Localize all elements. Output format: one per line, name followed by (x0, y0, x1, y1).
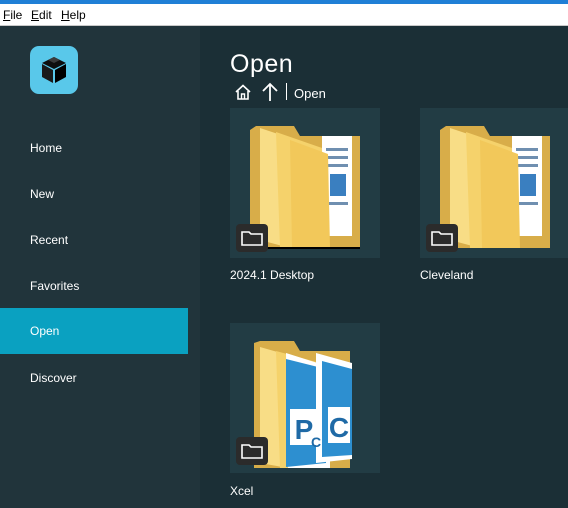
menu-file[interactable]: File (3, 8, 22, 22)
sidebar-item-open[interactable]: Open (0, 308, 188, 354)
breadcrumb-separator (286, 83, 287, 100)
sidebar-item-favorites[interactable]: Favorites (0, 263, 188, 309)
folder-type-badge (426, 224, 458, 252)
app-logo (30, 46, 78, 94)
sidebar-item-home[interactable]: Home (0, 125, 188, 171)
folder-type-badge (236, 224, 268, 252)
folder-tile[interactable] (420, 108, 568, 258)
menu-help-label: elp (69, 8, 86, 22)
breadcrumb-current: Open (294, 86, 326, 101)
page-title: Open (230, 50, 294, 78)
sidebar-item-recent[interactable]: Recent (0, 217, 188, 263)
folder-name[interactable]: 2024.1 Desktop (230, 268, 314, 282)
main-panel: Open Open 2024.1 Desktop Cleveland P C C… (200, 26, 568, 508)
folder-name[interactable]: Cleveland (420, 268, 473, 282)
menu-help[interactable]: Help (61, 8, 86, 22)
sidebar-item-label: New (30, 187, 55, 201)
folder-tile[interactable] (230, 108, 380, 258)
sidebar-item-label: Open (30, 324, 60, 338)
menu-bar: File Edit Help (0, 4, 568, 26)
arrow-up-icon[interactable] (261, 82, 279, 102)
cube-logo-icon (42, 57, 66, 83)
folder-name[interactable]: Xcel (230, 484, 253, 498)
menu-help-accelerator: H (61, 8, 70, 22)
menu-edit[interactable]: Edit (31, 8, 52, 22)
menu-edit-label: dit (39, 8, 52, 22)
sidebar-item-discover[interactable]: Discover (0, 355, 188, 401)
sidebar-item-new[interactable]: New (0, 171, 188, 217)
sidebar-item-label: Discover (30, 371, 77, 385)
folder-icon (241, 444, 263, 459)
sidebar-item-label: Home (30, 141, 63, 155)
folder-icon (241, 231, 263, 246)
svg-text:C: C (329, 412, 349, 443)
home-icon[interactable] (234, 83, 252, 101)
folder-type-badge (236, 437, 268, 465)
folder-tile[interactable]: P C C (230, 323, 380, 473)
sidebar-item-label: Favorites (30, 279, 80, 293)
menu-edit-accelerator: E (31, 8, 40, 22)
folder-icon (431, 231, 453, 246)
sidebar: Home New Recent Favorites Open Discover (0, 26, 200, 508)
menu-file-label: ile (10, 8, 23, 22)
svg-text:C: C (311, 434, 321, 450)
sidebar-item-label: Recent (30, 233, 69, 247)
